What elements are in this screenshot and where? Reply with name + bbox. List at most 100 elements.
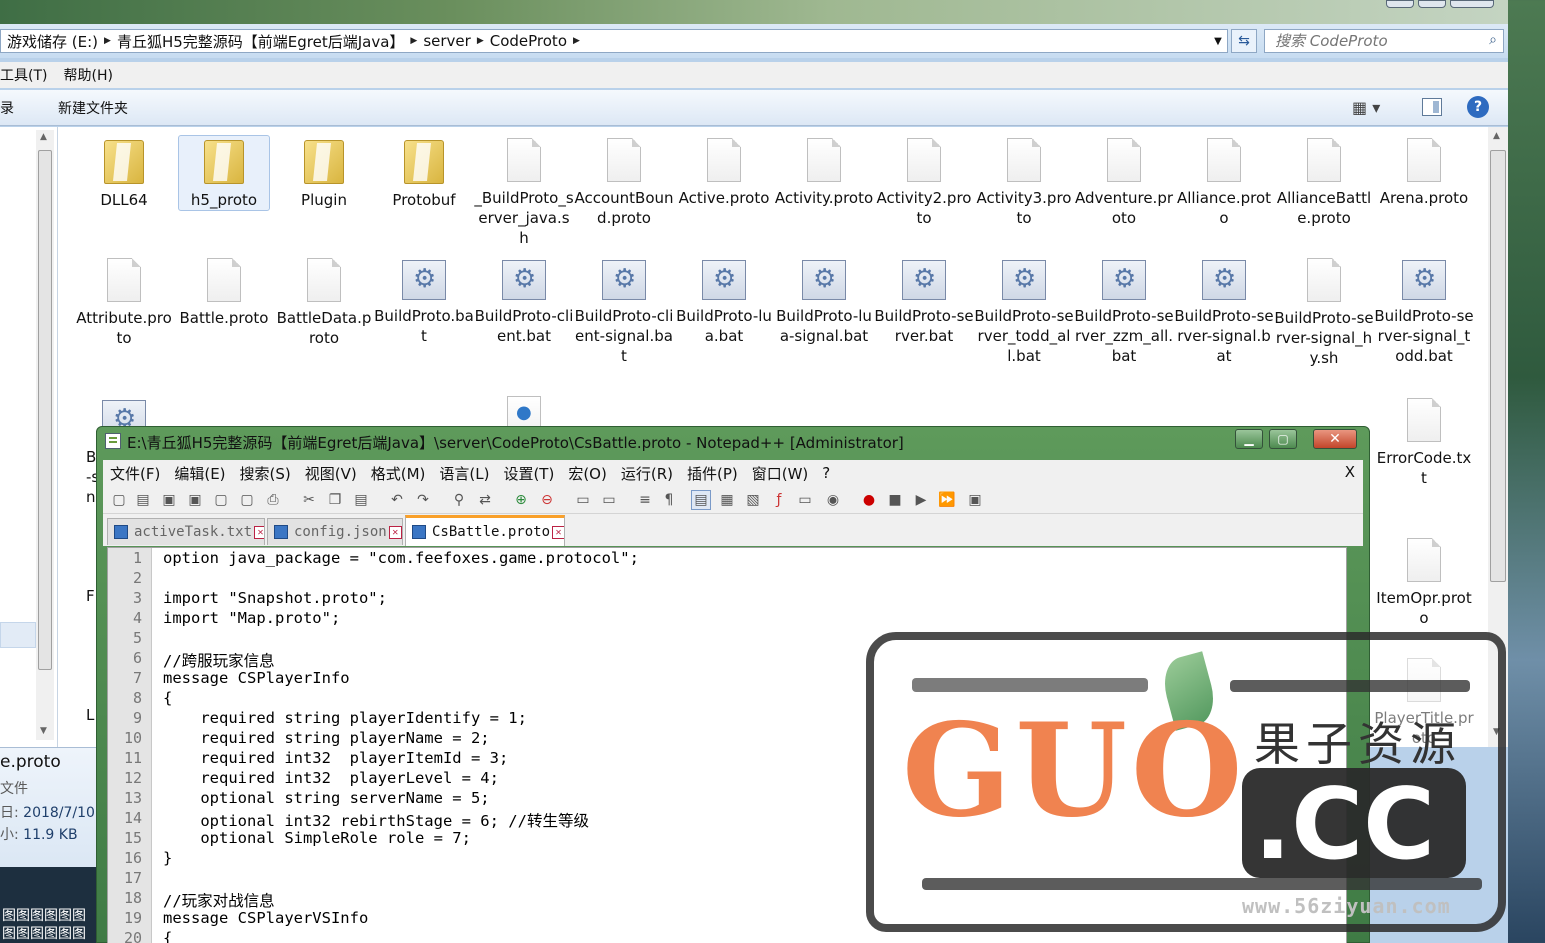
file-item[interactable]: AccountBound.proto (574, 136, 674, 228)
menu-search[interactable]: 搜索(S) (233, 463, 298, 484)
close-file-icon[interactable]: ▢ (211, 490, 231, 510)
menu-file[interactable]: 文件(F) (103, 463, 167, 484)
code-line[interactable]: import "Snapshot.proto"; (163, 589, 387, 607)
code-line[interactable]: import "Map.proto"; (163, 609, 340, 627)
copy-icon[interactable]: ❐ (325, 490, 345, 510)
tab-csbattle[interactable]: CsBattle.proto ✕ (405, 515, 565, 546)
file-item[interactable]: Protobuf (374, 136, 474, 210)
run-macro-multiple-icon[interactable]: ⏩ (937, 490, 957, 510)
file-item[interactable]: BuildProto-server_todd_all.bat (974, 256, 1074, 366)
scroll-up-icon[interactable]: ▲ (1493, 131, 1500, 141)
code-line[interactable]: { (163, 689, 172, 707)
menu-macro[interactable]: 宏(O) (561, 463, 614, 484)
chevron-right-icon[interactable]: ▶ (104, 36, 111, 46)
code-line[interactable]: } (163, 849, 172, 867)
file-item[interactable]: BuildProto-client.bat (474, 256, 574, 346)
toolbar-partial-button[interactable]: 录 (0, 98, 24, 118)
file-item[interactable]: BuildProto-lua-signal.bat (774, 256, 874, 346)
paste-icon[interactable]: ▤ (351, 490, 371, 510)
code-line[interactable]: required int32 playerItemId = 3; (163, 749, 508, 767)
code-line[interactable]: option java_package = "com.feefoxes.game… (163, 549, 639, 567)
code-line[interactable]: required int32 playerLevel = 4; (163, 769, 499, 787)
file-item[interactable]: BuildProto-lua.bat (674, 256, 774, 346)
print-icon[interactable]: ⎙ (263, 490, 283, 510)
menu-settings[interactable]: 设置(T) (496, 463, 561, 484)
chevron-right-icon[interactable]: ▶ (410, 36, 417, 46)
menu-format[interactable]: 格式(M) (364, 463, 433, 484)
search-box[interactable]: ⌕ (1264, 29, 1504, 53)
maximize-button[interactable] (1418, 0, 1446, 8)
file-item[interactable]: Arena.proto (1374, 136, 1474, 208)
tab-activetask[interactable]: activeTask.txt ✕ (107, 518, 265, 545)
file-item[interactable]: Adventure.proto (1074, 136, 1174, 228)
folder-workspace-icon[interactable]: ▭ (795, 490, 815, 510)
close-document-button[interactable]: X (1345, 463, 1355, 481)
breadcrumb-codeproto[interactable]: CodeProto (484, 32, 573, 50)
file-item[interactable]: BuildProto-server-signal_hy.sh (1274, 256, 1374, 368)
cut-icon[interactable]: ✂ (299, 490, 319, 510)
file-item[interactable]: BuildProto-client-signal.bat (574, 256, 674, 366)
file-item[interactable]: ErrorCode.txt (1374, 396, 1474, 488)
file-item[interactable]: Plugin (274, 136, 374, 210)
menu-help[interactable]: 帮助(H) (55, 65, 120, 85)
file-item[interactable]: BuildProto-server-signal_todd.bat (1374, 256, 1474, 366)
scroll-down-icon[interactable]: ▼ (40, 726, 47, 736)
minimize-button[interactable] (1386, 0, 1414, 8)
close-tab-icon[interactable]: ✕ (388, 525, 402, 539)
code-line[interactable]: required string playerIdentify = 1; (163, 709, 527, 727)
file-item[interactable] (474, 396, 574, 426)
open-file-icon[interactable]: ▤ (133, 490, 153, 510)
code-line[interactable]: required string playerName = 2; (163, 729, 489, 747)
code-line[interactable]: { (163, 929, 172, 943)
file-item[interactable]: Alliance.proto (1174, 136, 1274, 228)
file-item[interactable]: Activity3.proto (974, 136, 1074, 228)
file-item[interactable]: Activity2.proto (874, 136, 974, 228)
close-all-icon[interactable]: ▢ (237, 490, 257, 510)
file-item[interactable]: BuildProto.bat (374, 256, 474, 346)
find-icon[interactable]: ⚲ (449, 490, 469, 510)
code-line[interactable]: optional SimpleRole role = 7; (163, 829, 471, 847)
indent-guide-icon[interactable]: ▤ (691, 490, 711, 510)
monitoring-icon[interactable]: ◉ (823, 490, 843, 510)
zoom-out-icon[interactable]: ⊖ (537, 490, 557, 510)
maximize-button[interactable]: ▢ (1269, 429, 1297, 449)
sync-horizontal-icon[interactable]: ▭ (599, 490, 619, 510)
minimize-button[interactable]: ▁ (1235, 429, 1263, 449)
file-item[interactable]: Activity.proto (774, 136, 874, 208)
file-item[interactable]: AllianceBattle.proto (1274, 136, 1374, 228)
address-bar[interactable]: 游戏储存 (E:) ▶ 青丘狐H5完整源码【前端Egret后端Java】 ▶ s… (0, 29, 1228, 53)
close-tab-icon[interactable]: ✕ (254, 525, 264, 539)
help-icon[interactable]: ? (1467, 96, 1489, 118)
close-tab-icon[interactable]: ✕ (552, 525, 564, 539)
file-item-selected[interactable]: h5_proto (178, 135, 270, 211)
doc-map-icon[interactable]: ▧ (743, 490, 763, 510)
content-scroll-thumb[interactable] (1490, 150, 1506, 582)
file-item[interactable] (74, 396, 174, 426)
word-wrap-icon[interactable]: ≡ (635, 490, 655, 510)
show-all-chars-icon[interactable]: ¶ (659, 490, 679, 510)
function-list-icon[interactable]: ƒ (769, 490, 789, 510)
menu-view[interactable]: 视图(V) (298, 463, 364, 484)
file-item[interactable]: BuildProto-server.bat (874, 256, 974, 346)
menu-about[interactable]: ? (815, 464, 837, 482)
breadcrumb-server[interactable]: server (417, 32, 476, 50)
menu-run[interactable]: 运行(R) (614, 463, 680, 484)
menu-window[interactable]: 窗口(W) (745, 463, 816, 484)
redo-icon[interactable]: ↷ (413, 490, 433, 510)
chevron-down-icon[interactable]: ▼ (1208, 29, 1228, 53)
new-folder-button[interactable]: 新建文件夹 (48, 98, 138, 118)
code-line[interactable]: //跨服玩家信息 (163, 649, 275, 671)
replace-icon[interactable]: ⇄ (475, 490, 495, 510)
save-macro-icon[interactable]: ▣ (965, 490, 985, 510)
scroll-up-icon[interactable]: ▲ (40, 132, 47, 142)
preview-pane-icon[interactable] (1422, 98, 1442, 116)
code-line[interactable]: optional string serverName = 5; (163, 789, 489, 807)
breadcrumb-drive[interactable]: 游戏储存 (E:) (1, 31, 104, 52)
stop-macro-icon[interactable]: ■ (885, 490, 905, 510)
nav-selected-item[interactable] (0, 622, 36, 648)
refresh-icon[interactable]: ⇆ (1231, 29, 1257, 53)
search-icon[interactable]: ⌕ (1489, 32, 1497, 48)
save-all-icon[interactable]: ▣ (185, 490, 205, 510)
record-macro-icon[interactable]: ● (859, 490, 879, 510)
file-item[interactable]: DLL64 (74, 136, 174, 210)
